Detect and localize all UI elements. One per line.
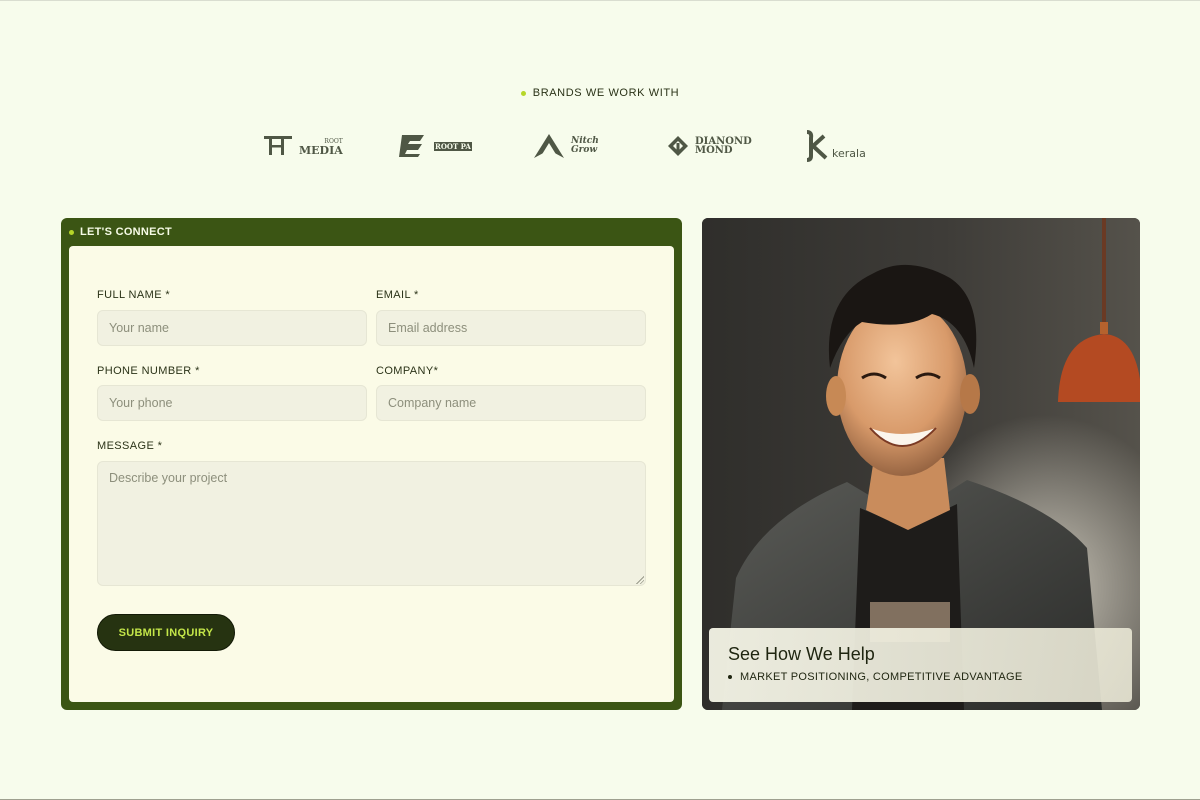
submit-inquiry-button[interactable]: SUBMIT INQUIRY <box>97 614 235 651</box>
root-pa-icon <box>399 135 424 157</box>
brand-logo-row: ROOT MEDIA ROOT PA Nitch Grow DIANOND MO… <box>0 128 1200 168</box>
full-name-label: FULL NAME * <box>97 289 171 301</box>
brand-logo-kerala: kerala <box>802 128 866 164</box>
contact-card: LET'S CONNECT FULL NAME * EMAIL * PHONE … <box>61 218 682 710</box>
phone-label: PHONE NUMBER * <box>97 365 200 377</box>
email-input[interactable] <box>376 310 646 346</box>
company-label: COMPANY* <box>376 365 439 377</box>
bullet-dot-icon <box>728 675 732 679</box>
nitch-arrow-icon <box>534 134 564 158</box>
brand-logo-text: MOND <box>695 145 733 156</box>
contact-title-text: LET'S CONNECT <box>80 226 173 238</box>
contact-title: LET'S CONNECT <box>69 226 172 238</box>
brand-logo-text: kerala <box>832 146 866 160</box>
brand-logo-root-media: ROOT MEDIA <box>263 128 343 164</box>
bullet-dot-icon <box>520 90 526 96</box>
resize-handle-icon[interactable] <box>636 576 644 584</box>
help-overlay-card: See How We Help MARKET POSITIONING, COMP… <box>709 628 1132 702</box>
brand-logo-diamond-mond: DIANOND MOND <box>667 128 752 164</box>
help-subtitle-text: MARKET POSITIONING, COMPETITIVE ADVANTAG… <box>740 671 1023 683</box>
email-label: EMAIL * <box>376 289 419 301</box>
top-divider <box>0 0 1200 1</box>
help-subtitle: MARKET POSITIONING, COMPETITIVE ADVANTAG… <box>728 671 1022 683</box>
brand-logo-text: ROOT PA <box>434 141 472 151</box>
diamond-icon <box>668 136 688 156</box>
full-name-input[interactable] <box>97 310 367 346</box>
portrait-photo-card: See How We Help MARKET POSITIONING, COMP… <box>702 218 1140 710</box>
root-media-icon <box>264 136 292 155</box>
brand-logo-nitch-grow: Nitch Grow <box>533 128 599 164</box>
help-title: See How We Help <box>728 644 875 664</box>
brand-logo-root-pa: ROOT PA <box>398 128 472 164</box>
brand-logo-text: MEDIA <box>299 144 343 157</box>
brand-logo-text: Grow <box>571 145 598 155</box>
phone-input[interactable] <box>97 385 367 421</box>
brands-heading-text: BRANDS WE WORK WITH <box>532 87 680 99</box>
contact-form: FULL NAME * EMAIL * PHONE NUMBER * COMPA… <box>69 246 674 702</box>
message-label: MESSAGE * <box>97 440 163 452</box>
company-input[interactable] <box>376 385 646 421</box>
brands-heading: BRANDS WE WORK WITH <box>0 87 1200 99</box>
kerala-k-icon <box>806 130 828 162</box>
bullet-dot-icon <box>69 229 74 235</box>
message-textarea[interactable] <box>97 461 646 586</box>
